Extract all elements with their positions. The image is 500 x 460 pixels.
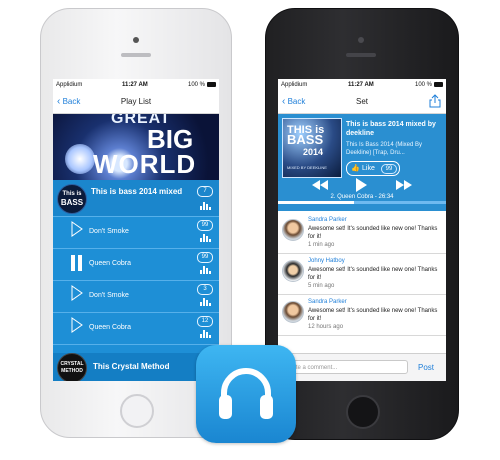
track-row[interactable]: Queen Cobra 12 (53, 312, 219, 345)
comment-count-badge: 99 (197, 252, 213, 263)
thumb-text-line2: BASS (60, 198, 84, 207)
comment-item: Johny Hatboy Awesome set! It's sounded l… (278, 254, 446, 295)
battery-percent: 100 % (187, 82, 205, 88)
comment-item: Sandra Parker Awesome set! It's sounded … (278, 295, 446, 336)
status-bar: Applidium 11:27 AM 100 % (278, 79, 446, 91)
set-subtitle: This Is Bass 2014 (Mixed By Deekline) [T… (346, 142, 423, 156)
set-header: THIS is BASS 2014 MIXED BY DEEKLINE This… (278, 114, 446, 211)
status-bar: Applidium 11:27 AM 100 % (53, 79, 219, 91)
progress-fill (278, 201, 354, 204)
right-screen: Applidium 11:27 AM 100 % ‹ Back Set THIS… (278, 79, 446, 381)
clock: 11:27 AM (122, 82, 148, 88)
track-title: Queen Cobra (89, 324, 132, 331)
home-button[interactable] (346, 395, 380, 429)
page-title: Set (355, 97, 368, 106)
playlist: This is BASS This is bass 2014 mixed 7 D… (53, 180, 219, 354)
comment-time: 1 min ago (308, 242, 335, 248)
comment-time: 12 hours ago (308, 324, 344, 330)
comment-text: Awesome set! It's sounded like new one! … (308, 226, 438, 240)
comment-count-badge: 99 (197, 220, 213, 231)
next-set-bar[interactable]: CRYSTAL METHOD This Crystal Method (53, 353, 219, 381)
comment-count-badge: 3 (197, 284, 213, 295)
comment-count-badge: 7 (197, 186, 213, 197)
next-track-icon[interactable] (396, 180, 412, 190)
home-button[interactable] (120, 394, 154, 428)
comment-input[interactable]: Write a comment... (282, 360, 408, 374)
thumb-text-line1: CRYSTAL (60, 361, 84, 367)
earpiece-speaker (346, 53, 376, 57)
play-icon[interactable] (71, 285, 83, 301)
battery-percent: 100 % (414, 82, 432, 88)
headphones-icon (219, 368, 273, 419)
equalizer-icon (200, 330, 212, 338)
front-camera (358, 37, 364, 43)
comment-count-badge: 12 (197, 316, 213, 327)
play-icon[interactable] (71, 221, 83, 237)
battery-icon (207, 82, 216, 87)
now-playing-label: 2. Queen Cobra - 26:34 (330, 194, 394, 200)
thumb-text-line1: This is (62, 191, 82, 197)
track-title: Queen Cobra (89, 260, 132, 267)
like-button[interactable]: 👍 Like 99 (346, 161, 400, 176)
playback-progress-bar[interactable] (278, 201, 446, 204)
comment-text: Awesome set! It's sounded like new one! … (308, 267, 438, 281)
front-camera (133, 37, 139, 43)
moon-graphic (65, 144, 95, 174)
thumb-text-line2: METHOD (61, 368, 83, 374)
comment-author[interactable]: Sandra Parker (308, 299, 347, 305)
playback-controls (278, 178, 446, 194)
comment-text: Awesome set! It's sounded like new one! … (308, 308, 438, 322)
crystal-method-thumbnail: CRYSTAL METHOD (57, 353, 87, 381)
carrier-label: Applidium (281, 82, 308, 88)
set-title: This is bass 2014 mixed by deekline (346, 121, 436, 137)
avatar[interactable] (282, 219, 304, 241)
equalizer-icon (200, 234, 212, 242)
share-icon[interactable] (429, 94, 441, 108)
cover-text-line3: 2014 (303, 147, 324, 157)
track-title: Don't Smoke (89, 228, 129, 235)
clock: 11:27 AM (348, 82, 374, 88)
avatar[interactable] (282, 301, 304, 323)
equalizer-icon (200, 298, 212, 306)
hero-text-line3: WORLD (93, 149, 197, 179)
next-set-title: This Crystal Method (93, 362, 170, 371)
comment-author[interactable]: Johny Hatboy (308, 258, 345, 264)
thumbs-up-icon: 👍 (351, 165, 360, 172)
avatar[interactable] (282, 260, 304, 282)
earpiece-speaker (121, 53, 151, 57)
featured-set-row[interactable]: This is BASS This is bass 2014 mixed 7 (53, 180, 219, 217)
track-row[interactable]: Don't Smoke 99 (53, 216, 219, 249)
equalizer-icon (200, 266, 212, 274)
like-label: Like (362, 165, 375, 172)
previous-track-icon[interactable] (312, 180, 328, 190)
featured-title: This is bass 2014 mixed (91, 187, 183, 196)
page-title: Play List (120, 97, 152, 106)
comment-author[interactable]: Sandra Parker (308, 217, 347, 223)
like-count: 99 (381, 164, 397, 174)
comment-composer: Write a comment... Post (278, 353, 446, 381)
post-button[interactable]: Post (418, 363, 434, 372)
set-cover-art: THIS is BASS 2014 MIXED BY DEEKLINE (282, 118, 342, 178)
pause-icon[interactable] (71, 255, 75, 271)
track-row-now-playing[interactable]: Queen Cobra 99 (53, 248, 219, 281)
cover-text-line2: BASS (287, 132, 324, 147)
track-title: Don't Smoke (89, 292, 129, 299)
cover-caption: MIXED BY DEEKLINE (287, 165, 327, 170)
featured-album-thumbnail: This is BASS (57, 184, 87, 214)
app-icon[interactable] (196, 345, 296, 443)
carrier-label: Applidium (56, 82, 83, 88)
battery-icon (434, 82, 443, 87)
equalizer-icon (200, 202, 212, 210)
comment-time: 5 min ago (308, 283, 335, 289)
play-icon[interactable] (356, 178, 367, 192)
comment-item: Sandra Parker Awesome set! It's sounded … (278, 213, 446, 254)
left-screen: Applidium 11:27 AM 100 % ‹ Back Play Lis… (53, 79, 219, 381)
track-row[interactable]: Don't Smoke 3 (53, 280, 219, 313)
album-hero-artwork: GREAT BIG WORLD (53, 114, 219, 180)
navigation-bar: ‹ Back Set (278, 91, 446, 114)
play-icon[interactable] (71, 317, 83, 333)
navigation-bar: ‹ Back Play List (53, 91, 219, 114)
